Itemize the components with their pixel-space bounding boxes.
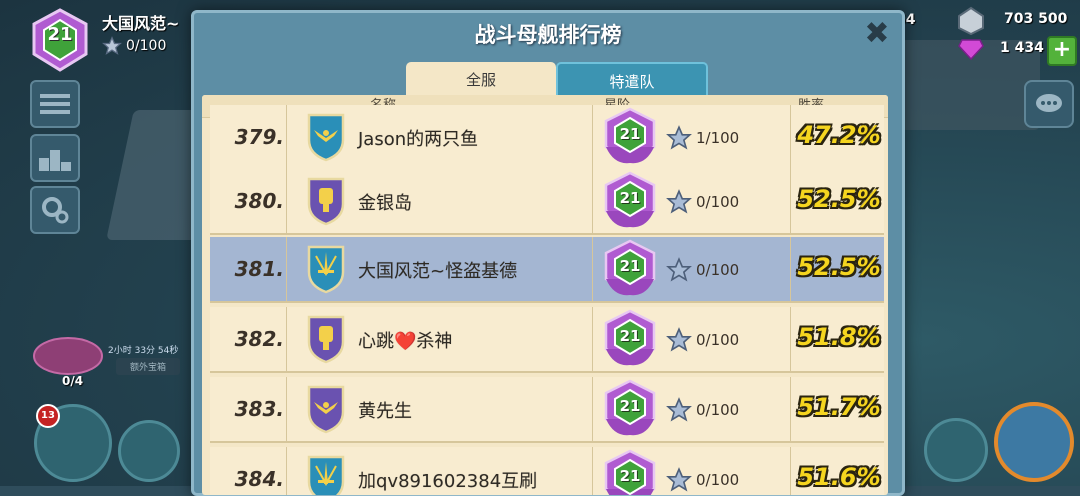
cell-divider xyxy=(592,447,593,495)
menu-icon xyxy=(40,94,70,114)
row-rank: 384. xyxy=(234,467,284,491)
table-row[interactable]: 383. 黄先生 21 0/100 51.7% xyxy=(210,377,884,443)
cell-divider xyxy=(592,105,593,169)
table-row[interactable]: 384. 加qv891602384互刷 21 0/100 51.6% xyxy=(210,447,884,495)
leaderboard-button[interactable] xyxy=(30,134,80,182)
table-row[interactable]: 379. Jason的两只鱼 21 1/100 47.2% xyxy=(210,105,884,171)
row-stars: 0/100 xyxy=(696,471,740,489)
cell-divider xyxy=(286,377,287,441)
build-button[interactable] xyxy=(924,418,988,482)
cell-divider xyxy=(592,377,593,441)
cell-divider xyxy=(592,307,593,371)
cell-divider xyxy=(286,105,287,169)
fist-shield-icon xyxy=(307,315,345,364)
diamond-icon xyxy=(958,39,984,60)
swords-shield-icon xyxy=(307,245,345,294)
table-row[interactable]: 382. 心跳❤️杀神 21 0/100 51.8% xyxy=(210,307,884,373)
diamond-amount: 1 434 xyxy=(1000,40,1044,56)
steel-amount: 703 500 xyxy=(1004,11,1068,27)
cell-divider xyxy=(790,169,791,233)
cell-divider xyxy=(592,169,593,233)
wings-shield-icon xyxy=(307,385,345,434)
table-row[interactable]: 380. 金银岛 21 0/100 52.5% xyxy=(210,169,884,235)
player-name: 大国风范~ xyxy=(102,14,180,33)
row-stars: 0/100 xyxy=(696,401,740,419)
fist-shield-icon xyxy=(307,177,345,226)
row-stars: 0/100 xyxy=(696,261,740,279)
row-tier-level: 21 xyxy=(619,257,641,275)
row-rank: 379. xyxy=(234,125,284,149)
attack-button[interactable] xyxy=(994,402,1074,482)
row-win-rate: 52.5% xyxy=(797,253,881,281)
row-win-rate: 47.2% xyxy=(797,121,881,149)
cell-divider xyxy=(286,447,287,495)
row-tier-level: 21 xyxy=(619,125,641,143)
buy-diamonds-button[interactable]: + xyxy=(1047,36,1077,66)
player-stars-value: 0/100 xyxy=(126,38,167,54)
player-level: 21 xyxy=(47,24,73,45)
row-stars: 0/100 xyxy=(696,331,740,349)
row-stars: 0/100 xyxy=(696,193,740,211)
row-player-name: 黄先生 xyxy=(358,401,412,422)
podium-icon xyxy=(39,150,71,171)
star-icon xyxy=(666,257,692,282)
cell-divider xyxy=(790,307,791,371)
row-rank: 381. xyxy=(234,257,284,281)
row-player-name: Jason的两只鱼 xyxy=(358,129,479,150)
row-player-name: 心跳❤️杀神 xyxy=(358,331,453,352)
close-button[interactable]: ✖ xyxy=(862,19,892,49)
star-icon xyxy=(102,36,122,55)
swords-shield-icon xyxy=(307,455,345,495)
cell-divider xyxy=(790,105,791,169)
reward-box-count: 0/4 xyxy=(62,374,84,388)
wings-shield-icon xyxy=(307,113,345,162)
row-rank: 380. xyxy=(234,189,284,213)
dialog-title: 战斗母舰排行榜 xyxy=(474,23,622,47)
settings-button[interactable] xyxy=(30,186,80,234)
tab-global[interactable]: 全服 xyxy=(406,62,556,98)
cell-divider xyxy=(592,237,593,301)
chat-icon xyxy=(1036,94,1062,112)
cell-divider xyxy=(790,377,791,441)
star-icon xyxy=(666,467,692,492)
row-rank: 382. xyxy=(234,327,284,351)
cell-divider xyxy=(286,237,287,301)
star-icon xyxy=(666,327,692,352)
row-player-name: 大国风范~怪盗基德 xyxy=(358,261,518,282)
menu-button[interactable] xyxy=(30,80,80,128)
player-stars: 0/100 xyxy=(102,36,166,56)
row-player-name: 加qv891602384互刷 xyxy=(358,471,538,492)
cell-divider xyxy=(790,237,791,301)
row-win-rate: 51.7% xyxy=(797,393,881,421)
row-win-rate: 51.8% xyxy=(797,323,881,351)
row-player-name: 金银岛 xyxy=(358,193,412,214)
gear-icon xyxy=(42,197,69,224)
row-tier-level: 21 xyxy=(619,327,641,345)
row-win-rate: 51.6% xyxy=(797,463,881,491)
row-stars: 1/100 xyxy=(696,129,740,147)
cell-divider xyxy=(286,169,287,233)
reward-box-label: 额外宝箱 xyxy=(116,358,181,375)
leaderboard-table: 名称 星阶 胜率 379. Jason的两只鱼 21 1/100 47.2% 3… xyxy=(202,95,888,495)
cell-divider xyxy=(790,447,791,495)
row-rank: 383. xyxy=(234,397,284,421)
row-tier-level: 21 xyxy=(619,397,641,415)
weapons-button[interactable] xyxy=(118,420,180,482)
star-icon xyxy=(666,125,692,150)
chat-button[interactable] xyxy=(1024,80,1074,128)
reward-timer: 2小时 33分 54秒 xyxy=(108,346,179,356)
troops-count-badge: 13 xyxy=(36,404,60,428)
star-icon xyxy=(666,189,692,214)
cell-divider xyxy=(286,307,287,371)
steel-icon xyxy=(958,6,984,36)
player-panel[interactable]: 21 大国风范~ 0/100 xyxy=(28,8,198,72)
leaderboard-dialog: 战斗母舰排行榜 ✖ 全服 特遣队 名称 星阶 胜率 379. Jason的两只鱼… xyxy=(191,10,905,496)
row-win-rate: 52.5% xyxy=(797,185,881,213)
row-tier-level: 21 xyxy=(619,467,641,485)
star-icon xyxy=(666,397,692,422)
row-tier-level: 21 xyxy=(619,189,641,207)
table-row-current-player[interactable]: 381. 大国风范~怪盗基德 21 0/100 52.5% xyxy=(210,237,884,303)
